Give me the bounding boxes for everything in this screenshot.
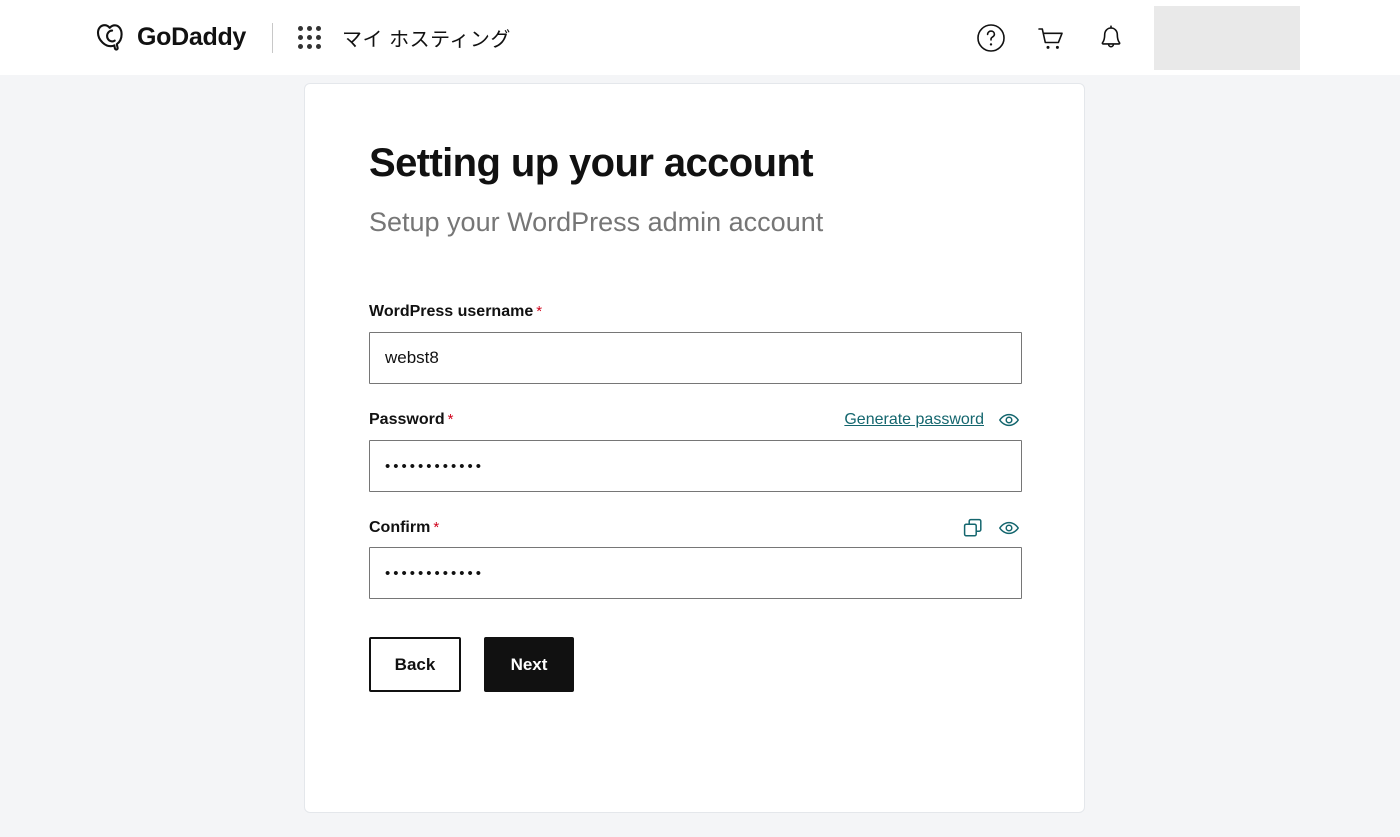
password-label: Password (369, 411, 445, 429)
username-required-marker: * (536, 303, 543, 321)
back-button[interactable]: Back (369, 637, 461, 693)
field-password-header: Password * Generate password (369, 408, 1020, 432)
header-actions (970, 0, 1400, 75)
confirm-label: Confirm (369, 519, 431, 537)
bell-icon[interactable] (1090, 17, 1132, 59)
field-confirm-header: Confirm * (369, 516, 1020, 540)
app-header: GoDaddy マイ ホスティング (0, 0, 1400, 75)
password-label-wrap: Password * (369, 411, 453, 429)
godaddy-heart-logo-icon (95, 21, 129, 55)
confirm-masked-value: •••••••••••• (385, 564, 485, 582)
next-button[interactable]: Next (484, 637, 574, 693)
password-masked-value: •••••••••••• (385, 457, 485, 475)
account-menu-placeholder[interactable] (1154, 5, 1300, 70)
help-circle-icon[interactable] (970, 17, 1012, 59)
username-input[interactable] (369, 332, 1022, 385)
password-actions: Generate password (844, 409, 1020, 431)
apps-grid-icon[interactable] (298, 26, 322, 49)
username-label-wrap: WordPress username * (369, 303, 542, 321)
generate-password-link[interactable]: Generate password (844, 411, 984, 429)
copy-icon[interactable] (962, 517, 984, 539)
account-setup-form: WordPress username* Password* Generate p… (369, 300, 1022, 693)
username-label: WordPress username (369, 303, 534, 321)
field-username: WordPress username * (369, 300, 1022, 385)
password-required-marker: * (447, 411, 454, 429)
password-eye-icon[interactable] (998, 409, 1020, 431)
page-title: Setting up your account (369, 141, 814, 185)
field-confirm: Confirm * •••••••••••• (369, 516, 1022, 600)
field-password: Password * Generate password •••••••••••… (369, 408, 1022, 493)
brand-name: GoDaddy (137, 23, 247, 51)
form-buttons: Back Next (369, 637, 1020, 693)
header-section-label[interactable]: マイ ホスティング (342, 23, 511, 52)
confirm-actions (962, 517, 1020, 539)
field-username-header: WordPress username * (369, 300, 1020, 324)
password-input[interactable]: •••••••••••• (369, 440, 1022, 493)
confirm-input[interactable]: •••••••••••• (369, 547, 1022, 600)
page-subtitle: Setup your WordPress admin account (369, 207, 824, 237)
header-divider (272, 22, 274, 53)
confirm-label-wrap: Confirm * (369, 519, 439, 537)
brand[interactable]: GoDaddy (95, 21, 246, 55)
confirm-required-marker: * (433, 519, 440, 537)
setup-card: Setting up your account Setup your WordP… (304, 83, 1085, 813)
shopping-cart-icon[interactable] (1030, 17, 1072, 59)
confirm-eye-icon[interactable] (998, 517, 1020, 539)
